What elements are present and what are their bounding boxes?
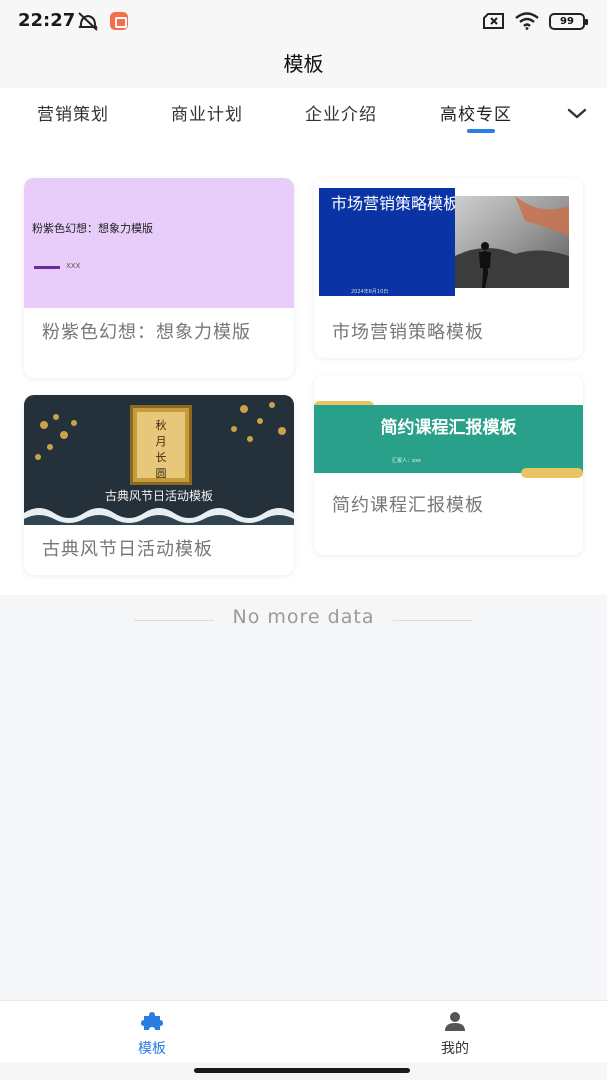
page-title: 模板 — [283, 52, 324, 76]
battery-icon: 99 — [549, 12, 588, 30]
thumbnail-scroll-text: 秋月长圆 — [137, 412, 185, 480]
thumbnail-text: 简约课程汇报模板 — [380, 418, 517, 438]
status-bar: 22:27 99 — [0, 0, 607, 42]
thumbnail-accent-line — [34, 266, 60, 269]
thumbnail-subtext: XXX — [66, 262, 81, 270]
thumbnail-photo — [455, 196, 569, 288]
user-icon — [445, 1012, 465, 1031]
bottom-nav-label: 我的 — [441, 1041, 469, 1057]
thumbnail-text: 市场营销策略模板 — [331, 194, 460, 213]
tab-marketing[interactable]: 营销策划 — [37, 100, 109, 125]
thumbnail-scroll: 秋月长圆 — [130, 405, 192, 485]
tab-business-plan[interactable]: 商业计划 — [171, 100, 243, 125]
tab-company-intro[interactable]: 企业介绍 — [305, 100, 377, 125]
thumbnail-accent-bar — [521, 468, 583, 478]
bottom-nav-mine[interactable]: 我的 — [405, 1011, 505, 1058]
status-icons-left — [76, 11, 128, 31]
thumbnail-text: 古典风节日活动模板 — [104, 489, 213, 503]
app-notification-icon — [110, 12, 128, 30]
thumbnail-text: 粉紫色幻想：想象力模版 — [32, 222, 153, 235]
wifi-icon — [515, 12, 539, 30]
bottom-nav-label: 模板 — [138, 1041, 166, 1057]
template-thumbnail: 粉紫色幻想：想象力模版 XXX — [24, 178, 294, 308]
template-thumbnail: 秋月长圆 古典风节日活动模板 — [24, 395, 294, 525]
puzzle-icon — [141, 1012, 163, 1030]
active-tab-indicator — [467, 129, 495, 133]
template-title: 市场营销策略模板 — [332, 322, 484, 343]
thumbnail-subtext: 汇报人：xxx — [392, 458, 421, 464]
tab-campus[interactable]: 高校专区 — [440, 100, 512, 125]
no-more-data-text: No more data — [232, 606, 375, 628]
template-card[interactable]: 粉紫色幻想：想象力模版 XXX 粉紫色幻想：想象力模版 — [24, 178, 294, 378]
template-thumbnail: 简约课程汇报模板 汇报人：xxx — [314, 375, 583, 481]
status-time: 22:27 — [18, 10, 76, 31]
chevron-down-icon[interactable] — [565, 102, 589, 126]
mute-icon — [78, 12, 98, 31]
home-indicator — [194, 1068, 410, 1073]
template-title: 古典风节日活动模板 — [42, 539, 213, 560]
template-card[interactable]: 简约课程汇报模板 汇报人：xxx 简约课程汇报模板 — [314, 375, 583, 555]
divider — [393, 620, 473, 621]
status-icons-right: 99 — [483, 12, 588, 30]
template-card[interactable]: 市场营销策略模板 2024年6月10日 市场营销策略模板 — [314, 178, 583, 358]
nav-bar: 模板 — [0, 42, 607, 88]
thumbnail-date: 2024年6月10日 — [351, 289, 389, 295]
bottom-nav-templates[interactable]: 模板 — [102, 1011, 202, 1058]
thumbnail-blue-panel: 市场营销策略模板 2024年6月10日 — [319, 188, 459, 296]
category-tabs: 营销策划 商业计划 企业介绍 高校专区 — [0, 88, 607, 140]
template-card[interactable]: 秋月长圆 古典风节日活动模板 古典风节日活动模板 — [24, 395, 294, 575]
sim-off-icon — [483, 13, 504, 29]
bottom-nav: 模板 我的 — [0, 1000, 607, 1062]
template-thumbnail: 市场营销策略模板 2024年6月10日 — [314, 178, 583, 308]
template-title: 粉紫色幻想：想象力模版 — [42, 322, 251, 343]
template-title: 简约课程汇报模板 — [332, 495, 484, 516]
